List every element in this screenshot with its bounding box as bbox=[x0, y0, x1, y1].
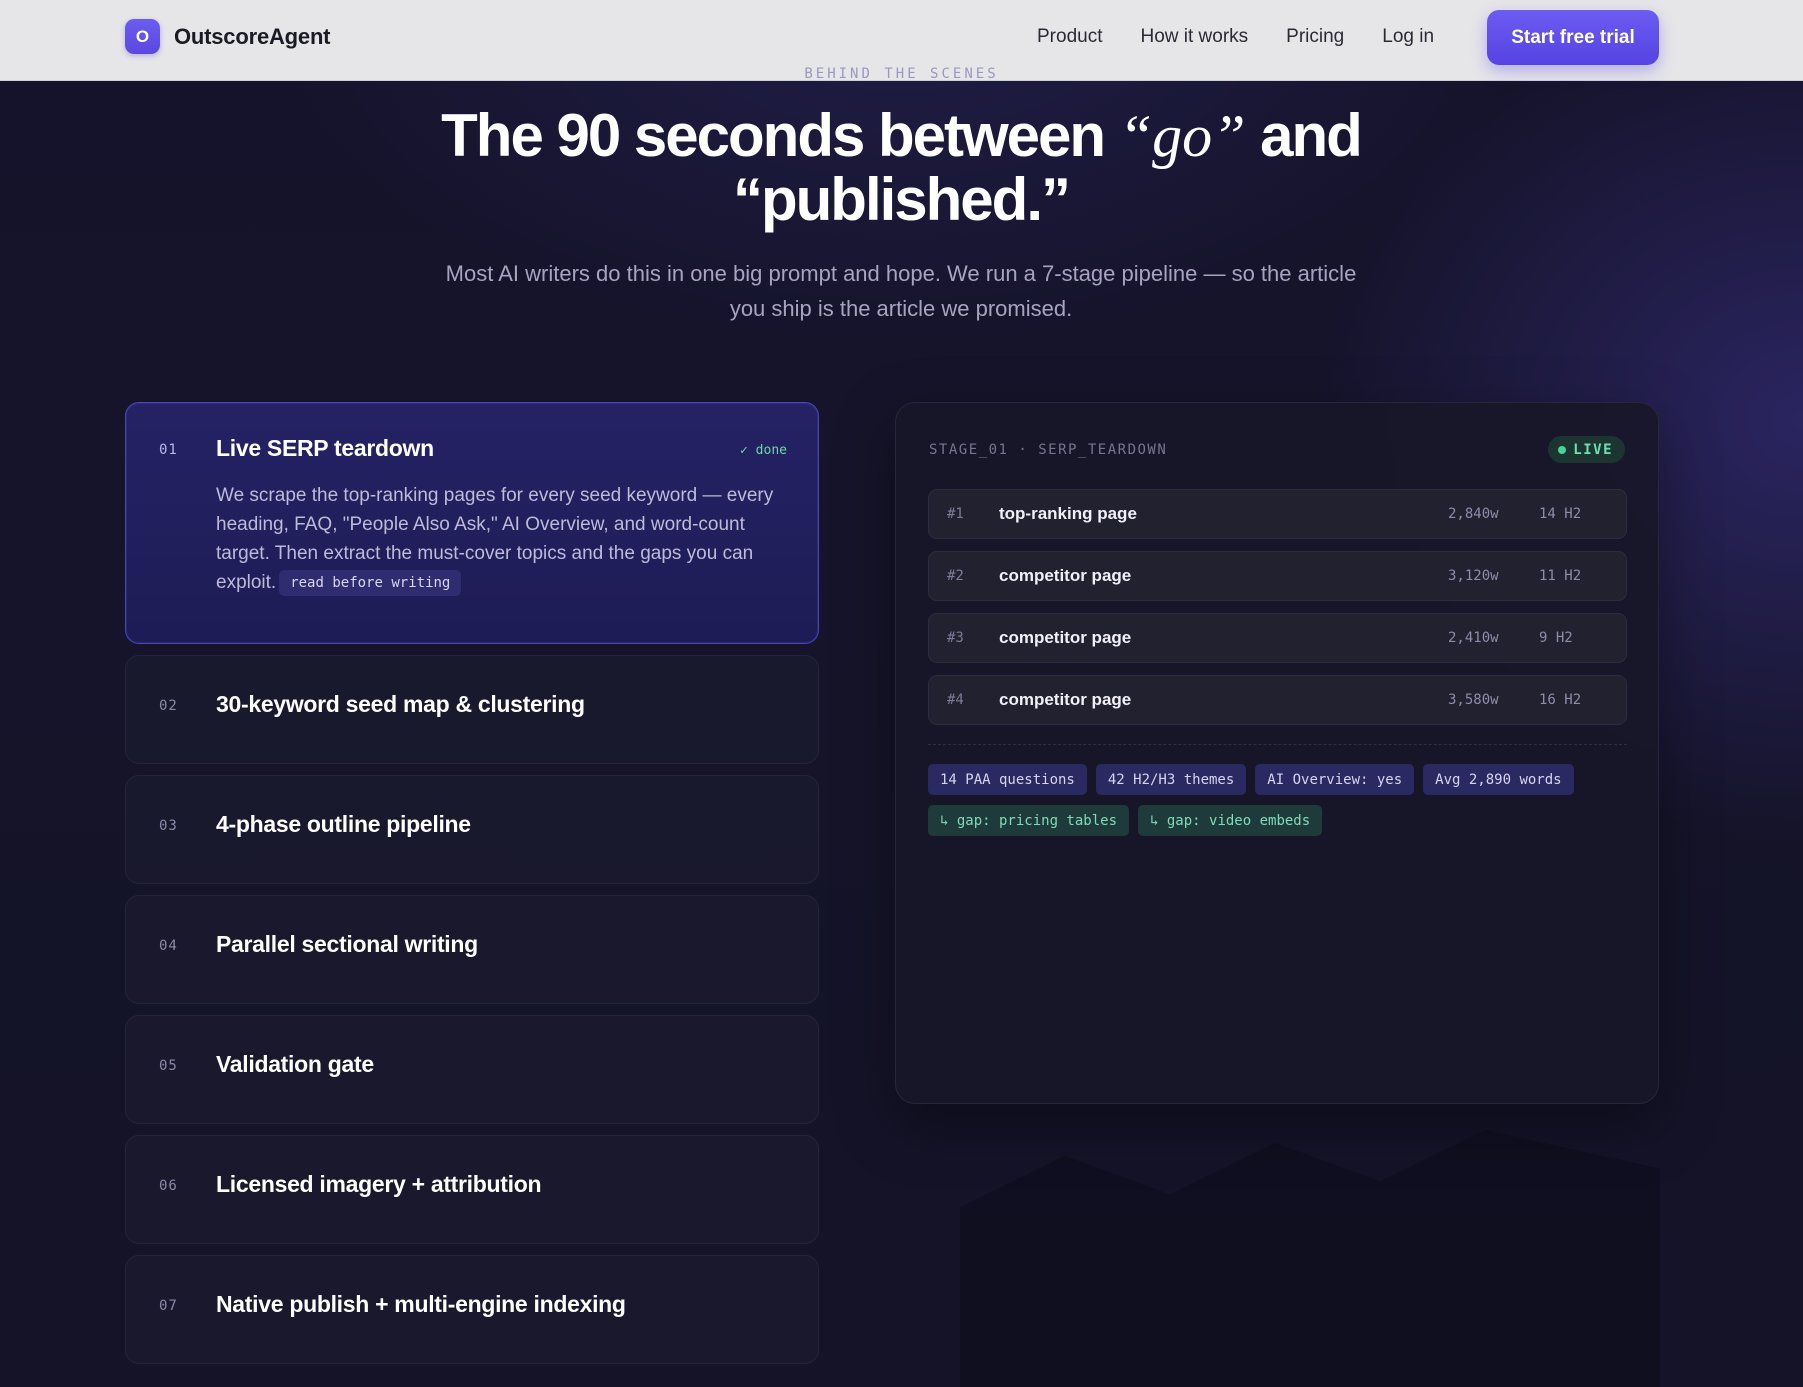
row-rank: #1 bbox=[947, 506, 964, 522]
step-number: 06 bbox=[159, 1178, 178, 1194]
row-word-count: 3,580w bbox=[1448, 692, 1499, 708]
hero-title: The 90 seconds between “go” and “publish… bbox=[351, 104, 1451, 232]
step-number: 01 bbox=[159, 442, 178, 458]
step-item-01[interactable]: 01 Live SERP teardown ✓ done We scrape t… bbox=[125, 402, 819, 644]
start-free-trial-button[interactable]: Start free trial bbox=[1487, 10, 1659, 65]
brand-logo[interactable]: O OutscoreAgent bbox=[125, 19, 331, 54]
row-word-count: 3,120w bbox=[1448, 568, 1499, 584]
pipeline-steps: 01 Live SERP teardown ✓ done We scrape t… bbox=[125, 402, 819, 1375]
live-label: LIVE bbox=[1573, 441, 1613, 458]
step-number: 07 bbox=[159, 1298, 178, 1314]
live-badge: LIVE bbox=[1548, 436, 1625, 463]
step-title: Validation gate bbox=[216, 1051, 374, 1077]
nav-link-pricing[interactable]: Pricing bbox=[1286, 26, 1344, 48]
row-h2-count: 9 H2 bbox=[1539, 630, 1573, 646]
row-h2-count: 16 H2 bbox=[1539, 692, 1582, 708]
gap-chip: ↳ gap: video embeds bbox=[1138, 805, 1323, 836]
serp-results-list: #1 top-ranking page 2,840w 14 H2 #2 comp… bbox=[928, 489, 1627, 737]
step-title: Licensed imagery + attribution bbox=[216, 1171, 542, 1197]
hero-title-italic: “go” bbox=[1118, 103, 1246, 169]
stat-chip: 14 PAA questions bbox=[928, 764, 1087, 795]
section-eyebrow: BEHIND THE SCENES bbox=[804, 66, 999, 82]
row-rank: #4 bbox=[947, 692, 964, 708]
panel-header: STAGE_01 · SERP_TEARDOWN bbox=[929, 442, 1168, 458]
step-number: 03 bbox=[159, 818, 178, 834]
step-item-06[interactable]: 06 Licensed imagery + attribution bbox=[125, 1135, 819, 1244]
row-rank: #3 bbox=[947, 630, 964, 646]
row-label: competitor page bbox=[999, 628, 1132, 647]
nav-link-product[interactable]: Product bbox=[1037, 26, 1102, 48]
row-word-count: 2,840w bbox=[1448, 506, 1499, 522]
list-item: #2 competitor page 3,120w 11 H2 bbox=[928, 551, 1627, 601]
step-tag: read before writing bbox=[279, 570, 462, 596]
step-done-status: ✓ done bbox=[740, 443, 787, 458]
step-number: 02 bbox=[159, 698, 178, 714]
row-word-count: 2,410w bbox=[1448, 630, 1499, 646]
stage-preview-panel: STAGE_01 · SERP_TEARDOWN LIVE #1 top-ran… bbox=[895, 402, 1659, 1104]
list-item: #4 competitor page 3,580w 16 H2 bbox=[928, 675, 1627, 725]
step-item-04[interactable]: 04 Parallel sectional writing bbox=[125, 895, 819, 1004]
brand-name: OutscoreAgent bbox=[174, 23, 331, 49]
step-title: 30-keyword seed map & clustering bbox=[216, 691, 585, 717]
step-number: 04 bbox=[159, 938, 178, 954]
row-label: top-ranking page bbox=[999, 504, 1137, 523]
nav-link-how-it-works[interactable]: How it works bbox=[1140, 26, 1248, 48]
row-h2-count: 11 H2 bbox=[1539, 568, 1582, 584]
step-title: Native publish + multi-engine indexing bbox=[216, 1291, 626, 1317]
hero-title-part1: The 90 seconds between bbox=[441, 102, 1119, 169]
row-rank: #2 bbox=[947, 568, 964, 584]
step-title: Parallel sectional writing bbox=[216, 931, 478, 957]
step-item-03[interactable]: 03 4-phase outline pipeline bbox=[125, 775, 819, 884]
step-title: 4-phase outline pipeline bbox=[216, 811, 471, 837]
step-item-05[interactable]: 05 Validation gate bbox=[125, 1015, 819, 1124]
list-item: #3 competitor page 2,410w 9 H2 bbox=[928, 613, 1627, 663]
row-label: competitor page bbox=[999, 690, 1132, 709]
stat-chip: AI Overview: yes bbox=[1255, 764, 1415, 795]
brand-mark-icon: O bbox=[125, 19, 160, 54]
row-h2-count: 14 H2 bbox=[1539, 506, 1582, 522]
stat-chip: Avg 2,890 words bbox=[1423, 764, 1574, 795]
panel-divider bbox=[928, 744, 1627, 745]
nav-links: Product How it works Pricing Log in bbox=[1037, 26, 1434, 48]
step-title: Live SERP teardown bbox=[216, 435, 434, 461]
background-shadow bbox=[960, 1130, 1660, 1387]
step-item-02[interactable]: 02 30-keyword seed map & clustering bbox=[125, 655, 819, 764]
live-dot-icon bbox=[1558, 445, 1567, 454]
list-item: #1 top-ranking page 2,840w 14 H2 bbox=[928, 489, 1627, 539]
nav-link-login[interactable]: Log in bbox=[1382, 26, 1434, 48]
row-label: competitor page bbox=[999, 566, 1132, 585]
step-description: We scrape the top-ranking pages for ever… bbox=[216, 481, 796, 597]
gap-chip: ↳ gap: pricing tables bbox=[928, 805, 1130, 836]
hero-subtitle: Most AI writers do this in one big promp… bbox=[445, 261, 1357, 321]
step-number: 05 bbox=[159, 1058, 178, 1074]
insight-chips: 14 PAA questions 42 H2/H3 themes AI Over… bbox=[928, 764, 1628, 836]
stat-chip: 42 H2/H3 themes bbox=[1095, 764, 1247, 795]
step-item-07[interactable]: 07 Native publish + multi-engine indexin… bbox=[125, 1255, 819, 1364]
